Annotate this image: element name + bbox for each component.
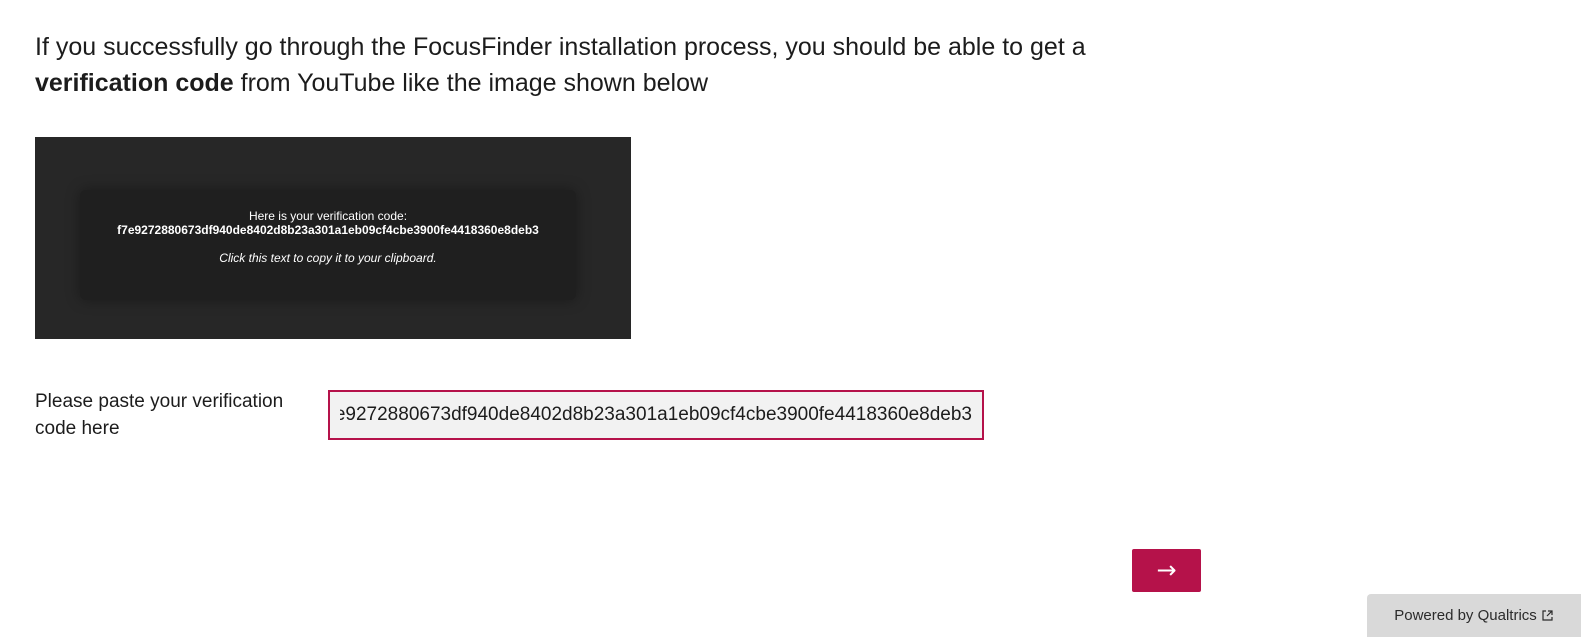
intro-text-before: If you successfully go through the Focus…	[35, 33, 1086, 61]
intro-bold-term: verification code	[35, 69, 234, 97]
verification-code-example-image: Here is your verification code: f7e92728…	[35, 137, 631, 339]
popup-hint: Click this text to copy it to your clipb…	[219, 251, 437, 265]
external-link-icon	[1541, 609, 1554, 622]
survey-page: If you successfully go through the Focus…	[0, 0, 1581, 637]
intro-text: If you successfully go through the Focus…	[35, 29, 1195, 101]
next-button[interactable]: →	[1132, 549, 1201, 592]
verification-code-input[interactable]	[328, 390, 984, 440]
verification-code-popup: Here is your verification code: f7e92728…	[80, 190, 576, 300]
powered-by-qualtrics-link[interactable]: Powered by Qualtrics	[1367, 594, 1581, 637]
popup-code: f7e9272880673df940de8402d8b23a301a1eb09c…	[117, 223, 539, 237]
intro-text-after: from YouTube like the image shown below	[233, 69, 709, 97]
question-label: Please paste your verification code here	[35, 391, 284, 439]
popup-heading: Here is your verification code:	[248, 209, 408, 223]
powered-by-label: Powered by Qualtrics	[1394, 607, 1537, 624]
